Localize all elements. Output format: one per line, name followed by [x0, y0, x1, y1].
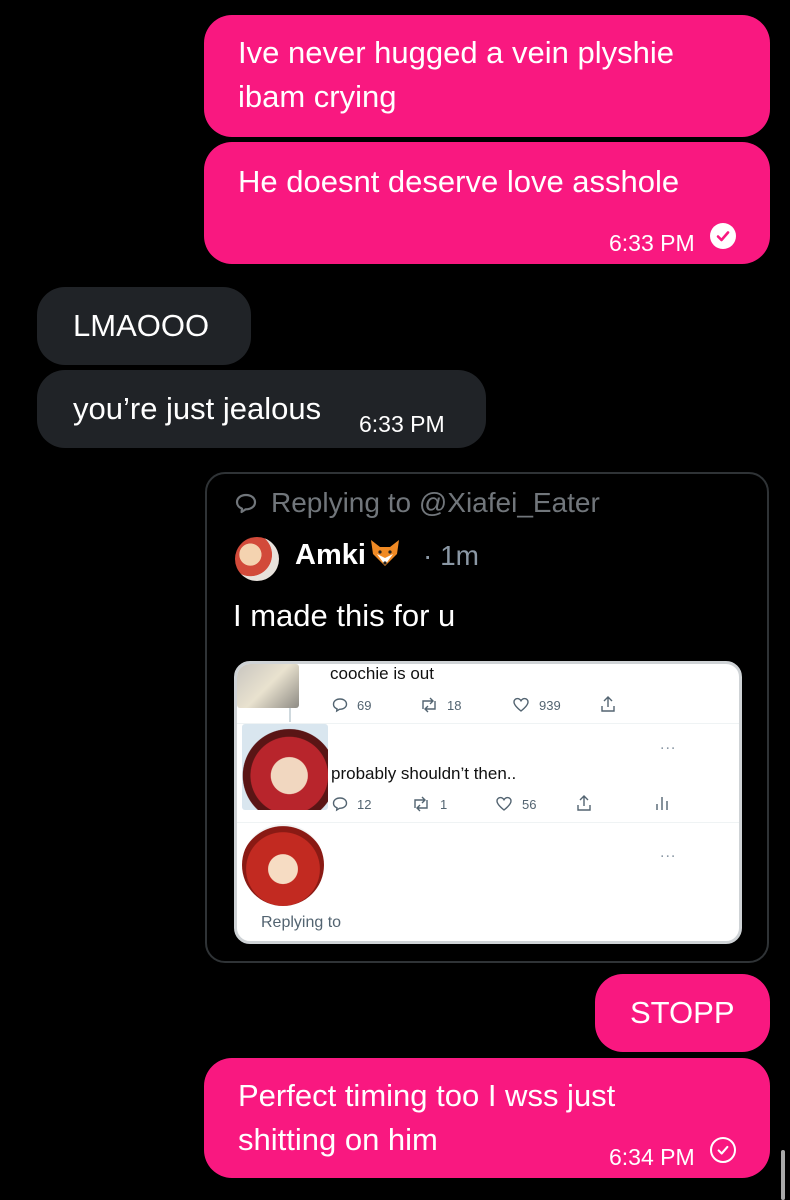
message-incoming-2[interactable]: you’re just jealous 6:33 PM	[37, 370, 486, 448]
message-text-line: Ive never hugged a vein plyshie	[238, 35, 675, 70]
embedded-avatar-2	[242, 724, 328, 810]
replying-to-label: Replying to	[261, 914, 342, 931]
message-timestamp: 6:34 PM	[609, 1144, 695, 1170]
like-count: 56	[522, 797, 537, 812]
chart-icon	[656, 797, 668, 810]
heart-icon	[496, 796, 512, 811]
embedded-post-text: probably shouldn’t then..	[331, 764, 517, 783]
message-text: STOPP	[630, 995, 735, 1030]
embedded-avatar-1	[237, 664, 299, 708]
more-icon: ...	[660, 844, 677, 861]
message-timestamp: 6:33 PM	[359, 411, 445, 437]
more-icon: ...	[660, 736, 677, 753]
message-outgoing-2[interactable]: He doesnt deserve love asshole 6:33 PM	[204, 142, 770, 264]
message-timestamp: 6:33 PM	[609, 230, 695, 256]
message-text: you’re just jealous	[73, 391, 322, 426]
embedded-avatar-3	[242, 824, 324, 906]
divider	[237, 822, 739, 823]
reply-count: 69	[357, 698, 372, 713]
embedded-post-text: coochie is out	[330, 664, 434, 683]
message-text: LMAOOO	[73, 308, 210, 343]
message-text-line: ibam crying	[238, 79, 397, 114]
thread-line	[289, 708, 291, 722]
like-count: 939	[539, 698, 561, 713]
share-icon	[601, 696, 615, 712]
message-text: He doesnt deserve love asshole	[238, 164, 680, 199]
replying-to-text: Replying to @Xiafei_Eater	[271, 487, 600, 518]
message-outgoing-1[interactable]: Ive never hugged a vein plyshie ibam cry…	[204, 15, 770, 137]
share-icon	[577, 795, 591, 811]
post-time-ago: · 1m	[423, 540, 479, 571]
fox-icon	[370, 540, 399, 566]
embedded-screenshot[interactable]: coochie is out 69 18 939 ... probably sh…	[234, 661, 742, 944]
repost-icon	[414, 796, 428, 812]
message-text-line: Perfect timing too I wss just	[238, 1078, 616, 1113]
message-incoming-1[interactable]: LMAOOO	[37, 287, 251, 365]
read-check-icon	[710, 223, 736, 249]
quoted-post-card[interactable]: Replying to @Xiafei_Eater Amki · 1m I ma…	[205, 472, 769, 963]
message-outgoing-4[interactable]: Perfect timing too I wss just shitting o…	[204, 1058, 770, 1178]
replying-to-row: Replying to @Xiafei_Eater	[233, 487, 600, 519]
reply-icon	[235, 493, 257, 514]
reply-icon	[332, 797, 348, 812]
reply-icon	[332, 698, 348, 713]
author-avatar[interactable]	[235, 537, 279, 581]
sent-check-icon	[710, 1137, 736, 1163]
repost-icon	[422, 697, 436, 713]
quoted-post-text: I made this for u	[233, 598, 456, 633]
heart-icon	[513, 697, 529, 712]
reply-count: 12	[357, 797, 372, 812]
repost-count: 1	[440, 797, 448, 812]
repost-count: 18	[447, 698, 462, 713]
author-name[interactable]: Amki	[295, 538, 402, 572]
scrollbar[interactable]	[781, 1150, 785, 1200]
message-outgoing-3[interactable]: STOPP	[595, 974, 770, 1052]
